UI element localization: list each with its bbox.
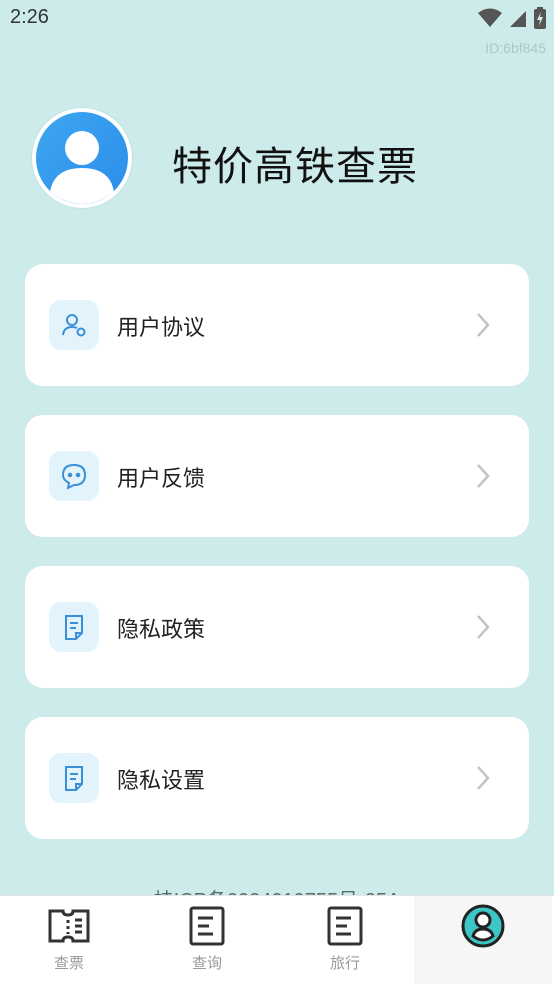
chevron-right-icon	[477, 615, 490, 639]
search-doc-icon	[189, 906, 225, 946]
menu-item-label: 隐私政策	[117, 618, 206, 643]
wifi-icon	[478, 8, 502, 27]
menu-item-label: 用户协议	[117, 316, 206, 341]
user-shield-icon	[49, 300, 99, 350]
menu-item-label: 隐私设置	[117, 769, 206, 794]
avatar[interactable]	[32, 108, 132, 208]
battery-icon	[534, 7, 546, 29]
status-time: 2:26	[10, 6, 49, 28]
bottom-nav: 查票 查询 旅行	[0, 896, 554, 984]
app-id-label: ID:6bf845	[485, 40, 546, 56]
status-bar: 2:26	[0, 0, 554, 38]
menu-item-user-agreement[interactable]: 用户协议	[25, 264, 529, 386]
nav-label: 查票	[53, 954, 84, 972]
default-user-icon	[50, 131, 114, 204]
ticket-icon	[48, 909, 90, 943]
app-title: 特价高铁查票	[172, 144, 418, 190]
profile-icon	[461, 904, 505, 948]
nav-tab-ticket[interactable]: 查票	[0, 896, 138, 984]
menu-item-label: 用户反馈	[117, 467, 206, 492]
chat-bubble-icon	[49, 451, 99, 501]
nav-tab-travel[interactable]: 旅行	[276, 896, 414, 984]
status-icons	[478, 6, 546, 30]
nav-label: 旅行	[329, 954, 360, 972]
document-icon	[49, 602, 99, 652]
nav-tab-query[interactable]: 查询	[138, 896, 276, 984]
nav-label: 查询	[191, 954, 222, 972]
menu-item-privacy-policy[interactable]: 隐私政策	[25, 566, 529, 688]
document-icon	[49, 753, 99, 803]
travel-doc-icon	[327, 906, 363, 946]
nav-tab-profile[interactable]	[414, 896, 552, 984]
menu-item-privacy-settings[interactable]: 隐私设置	[25, 717, 529, 839]
menu-item-user-feedback[interactable]: 用户反馈	[25, 415, 529, 537]
chevron-right-icon	[477, 766, 490, 790]
chevron-right-icon	[477, 313, 490, 337]
signal-icon	[510, 11, 526, 27]
chevron-right-icon	[477, 464, 490, 488]
profile-header: 特价高铁查票	[32, 108, 532, 212]
